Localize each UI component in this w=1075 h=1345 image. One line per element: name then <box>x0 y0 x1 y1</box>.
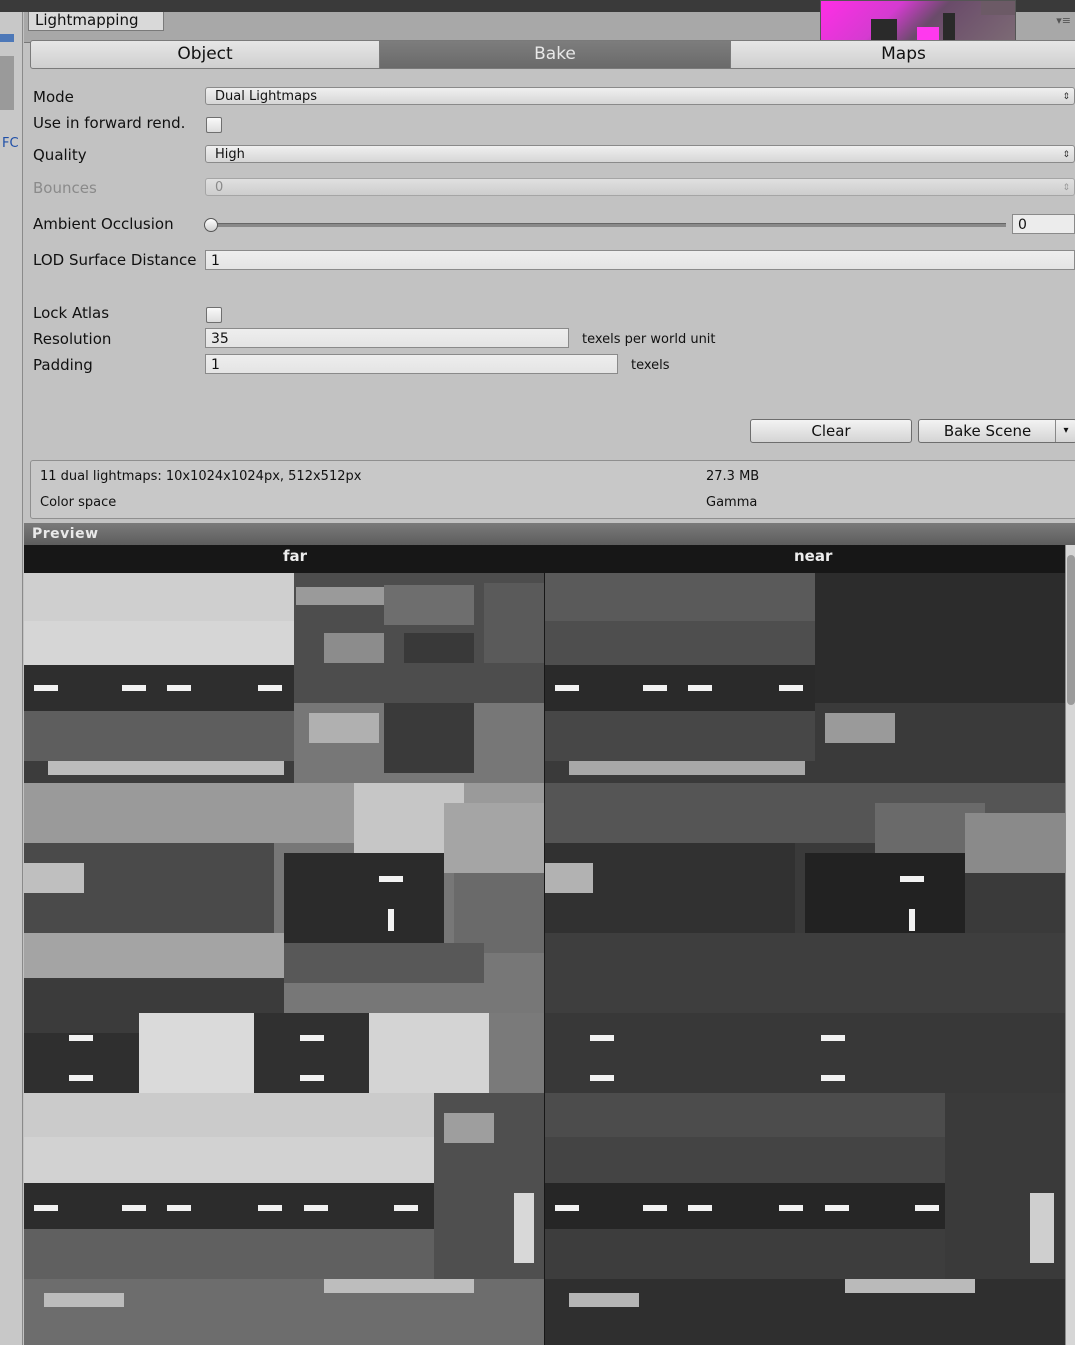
bounces-label: Bounces <box>33 179 97 197</box>
near-lightmap-preview <box>545 573 1065 1345</box>
bake-scene-label: Bake Scene <box>943 422 1032 440</box>
selection-marker <box>0 34 14 42</box>
lod-surface-distance-label: LOD Surface Distance <box>33 251 197 269</box>
mode-tabs: Object Bake Maps <box>30 40 1075 69</box>
quality-label: Quality <box>33 146 87 164</box>
quality-dropdown[interactable]: High ⇕ <box>205 145 1075 163</box>
scene-thumbnail <box>820 0 1016 44</box>
near-lightmap-label: near <box>794 547 833 565</box>
tab-menu-icon[interactable]: ▾≡ <box>1056 14 1071 27</box>
padding-unit: texels <box>631 358 670 373</box>
resolution-label: Resolution <box>33 330 112 348</box>
bounces-dropdown-value: 0 <box>215 180 224 195</box>
forward-rendering-label: Use in forward rend. <box>33 114 186 132</box>
resolution-input[interactable]: 35 <box>205 328 569 348</box>
lock-atlas-label: Lock Atlas <box>33 304 110 322</box>
preview-scrollbar-handle[interactable] <box>1067 555 1075 705</box>
lightmap-info-box: 11 dual lightmaps: 10x1024x1024px, 512x5… <box>30 460 1075 519</box>
color-space-label: Color space <box>40 495 117 510</box>
lightmap-size-text: 27.3 MB <box>706 469 760 484</box>
preview-scrollbar[interactable] <box>1065 545 1075 1345</box>
adjacent-panel-text: FC <box>2 136 19 151</box>
mode-dropdown[interactable]: Dual Lightmaps ⇕ <box>205 87 1075 105</box>
far-lightmap-preview <box>24 573 544 1345</box>
lod-surface-distance-input[interactable]: 1 <box>205 250 1075 270</box>
ambient-occlusion-slider-track[interactable] <box>210 223 1006 227</box>
mode-label: Mode <box>33 88 74 106</box>
clear-button[interactable]: Clear <box>750 419 912 443</box>
lightmap-count-text: 11 dual lightmaps: 10x1024x1024px, 512x5… <box>40 469 362 484</box>
dropdown-arrow-icon: ⇕ <box>1062 92 1070 102</box>
forward-rendering-checkbox[interactable] <box>206 117 222 133</box>
ambient-occlusion-input[interactable]: 0 <box>1012 214 1075 234</box>
dropdown-arrow-icon: ⇕ <box>1062 183 1070 193</box>
lightmapping-panel: Lightmapping ▾≡ Object Bake Maps Mode Du… <box>24 0 1075 1345</box>
lock-atlas-checkbox[interactable] <box>206 307 222 323</box>
far-lightmap-label: far <box>283 547 308 565</box>
chevron-down-icon[interactable]: ▾ <box>1055 420 1075 442</box>
tab-bake[interactable]: Bake <box>379 40 731 69</box>
preview-area: far near <box>24 545 1065 1345</box>
bounces-dropdown: 0 ⇕ <box>205 178 1075 196</box>
tab-object[interactable]: Object <box>30 40 380 69</box>
adjacent-panel-strip: FC <box>0 12 23 1345</box>
adjacent-panel-block <box>0 56 14 110</box>
quality-dropdown-value: High <box>215 147 245 162</box>
dropdown-arrow-icon: ⇕ <box>1062 150 1070 160</box>
color-space-value: Gamma <box>706 495 758 510</box>
tab-maps[interactable]: Maps <box>730 40 1075 69</box>
padding-label: Padding <box>33 356 93 374</box>
resolution-unit: texels per world unit <box>582 332 716 347</box>
ambient-occlusion-slider-handle[interactable] <box>204 218 218 232</box>
mode-dropdown-value: Dual Lightmaps <box>215 89 318 104</box>
padding-input[interactable]: 1 <box>205 354 618 374</box>
ambient-occlusion-label: Ambient Occlusion <box>33 215 174 233</box>
bake-scene-button[interactable]: Bake Scene ▾ <box>918 419 1075 443</box>
lightmapping-window-tab[interactable]: Lightmapping <box>28 12 164 31</box>
preview-header[interactable]: Preview <box>24 523 1075 545</box>
window-tab-strip: Lightmapping ▾≡ <box>24 0 1075 44</box>
